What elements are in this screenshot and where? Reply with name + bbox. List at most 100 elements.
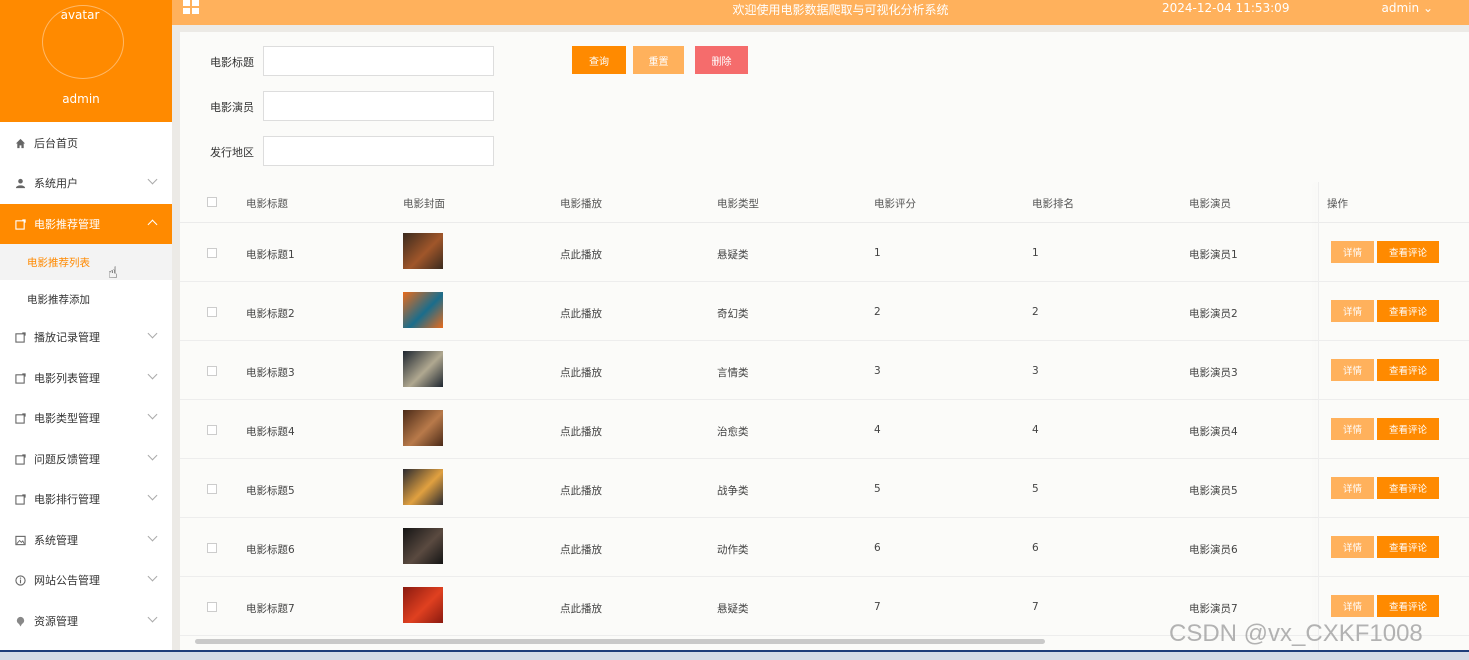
sidebar-item-movie-list[interactable]: 电影列表管理 [0, 358, 172, 398]
actor-label: 电影演员 [210, 101, 254, 114]
table-row: 电影标题2 点此播放 奇幻类 2 2 电影演员2 详情 查看评论 [180, 282, 1469, 341]
top-header: 欢迎使用电影数据爬取与可视化分析系统 2024-12-04 11:53:09 a… [172, 0, 1469, 25]
folder-icon [14, 493, 26, 505]
view-reviews-button[interactable]: 查看评论 [1377, 241, 1439, 263]
movie-type-cell: 治愈类 [717, 426, 749, 438]
chevron-down-icon [147, 369, 158, 380]
chevron-down-icon [147, 328, 158, 339]
column-header[interactable]: 电影类型 [717, 196, 759, 211]
view-reviews-button[interactable]: 查看评论 [1377, 477, 1439, 499]
play-link[interactable]: 点此播放 [560, 365, 602, 380]
sidebar-item-movie-ranking[interactable]: 电影排行管理 [0, 479, 172, 519]
movie-cover-image[interactable] [403, 233, 443, 269]
movie-cover-image[interactable] [403, 292, 443, 328]
sidebar-item-home[interactable]: 后台首页 [0, 123, 172, 163]
play-link[interactable]: 点此播放 [560, 306, 602, 321]
detail-button[interactable]: 详情 [1331, 241, 1374, 263]
sidebar-item-movie-types[interactable]: 电影类型管理 [0, 398, 172, 438]
sidebar-item-label: 资源管理 [34, 615, 78, 628]
sidebar: avatar admin 后台首页 系统用户 电影推荐管理 电影推荐列表 电影推… [0, 0, 172, 660]
reset-button[interactable]: 重置 [633, 46, 684, 74]
movie-rank-cell: 3 [1032, 365, 1039, 377]
row-checkbox[interactable] [207, 307, 217, 317]
movie-score-cell: 4 [874, 424, 881, 436]
movie-cover-image[interactable] [403, 351, 443, 387]
row-checkbox[interactable] [207, 602, 217, 612]
sidebar-item-announcements[interactable]: 网站公告管理 [0, 560, 172, 600]
chevron-down-icon [147, 571, 158, 582]
sidebar-item-system-users[interactable]: 系统用户 [0, 163, 172, 203]
sidebar-item-resources[interactable]: 资源管理 [0, 601, 172, 641]
view-reviews-button[interactable]: 查看评论 [1377, 418, 1439, 440]
view-reviews-button[interactable]: 查看评论 [1377, 359, 1439, 381]
movie-title-input[interactable] [263, 46, 494, 76]
sidebar-item-label: 问题反馈管理 [34, 453, 100, 466]
sidebar-item-label: 播放记录管理 [34, 331, 100, 344]
row-checkbox[interactable] [207, 484, 217, 494]
detail-button[interactable]: 详情 [1331, 477, 1374, 499]
play-link[interactable]: 点此播放 [560, 247, 602, 262]
view-reviews-button[interactable]: 查看评论 [1377, 595, 1439, 617]
view-reviews-button[interactable]: 查看评论 [1377, 300, 1439, 322]
sidebar-item-movie-recommend[interactable]: 电影推荐管理 [0, 204, 172, 244]
row-checkbox[interactable] [207, 366, 217, 376]
movie-cover-image[interactable] [403, 528, 443, 564]
sidebar-item-feedback[interactable]: 问题反馈管理 [0, 439, 172, 479]
column-header[interactable]: 电影播放 [560, 196, 602, 211]
sidebar-item-label: 后台首页 [34, 137, 78, 150]
release-region-input[interactable] [263, 136, 494, 166]
column-header[interactable]: 电影标题 [246, 196, 288, 211]
horizontal-scrollbar[interactable] [195, 639, 1045, 644]
sidebar-item-label: 电影推荐管理 [34, 218, 100, 231]
movie-actor-cell: 电影演员1 [1189, 249, 1238, 261]
play-link[interactable]: 点此播放 [560, 601, 602, 616]
play-link[interactable]: 点此播放 [560, 424, 602, 439]
sidebar-subitem-recommend-add[interactable]: 电影推荐添加 [0, 281, 172, 317]
column-header[interactable]: 电影排名 [1032, 196, 1074, 211]
movie-cover-image[interactable] [403, 587, 443, 623]
row-checkbox[interactable] [207, 543, 217, 553]
sidebar-item-system-management[interactable]: 系统管理 [0, 520, 172, 560]
folder-icon [14, 218, 26, 230]
movie-score-cell: 7 [874, 601, 881, 613]
user-menu[interactable]: admin ⌄ [1382, 1, 1433, 15]
movie-rank-cell: 7 [1032, 601, 1039, 613]
profile-panel: avatar admin [0, 0, 172, 122]
table-row: 电影标题4 点此播放 治愈类 4 4 电影演员4 详情 查看评论 [180, 400, 1469, 459]
view-reviews-button[interactable]: 查看评论 [1377, 536, 1439, 558]
play-link[interactable]: 点此播放 [560, 542, 602, 557]
select-all-checkbox[interactable] [207, 197, 217, 207]
column-header[interactable]: 电影评分 [874, 196, 916, 211]
movie-title-cell: 电影标题5 [246, 485, 295, 497]
detail-button[interactable]: 详情 [1331, 595, 1374, 617]
row-checkbox[interactable] [207, 248, 217, 258]
chevron-down-icon [147, 450, 158, 461]
movie-title-cell: 电影标题4 [246, 426, 295, 438]
detail-button[interactable]: 详情 [1331, 359, 1374, 381]
detail-button[interactable]: 详情 [1331, 300, 1374, 322]
movie-actor-input[interactable] [263, 91, 494, 121]
image-icon [14, 534, 26, 546]
movie-cover-image[interactable] [403, 469, 443, 505]
movie-type-cell: 战争类 [717, 485, 749, 497]
column-header[interactable]: 电影演员 [1189, 196, 1231, 211]
detail-button[interactable]: 详情 [1331, 418, 1374, 440]
sidebar-subitem-recommend-list[interactable]: 电影推荐列表 [0, 244, 172, 280]
delete-button[interactable]: 删除 [695, 46, 748, 74]
movie-cover-image[interactable] [403, 410, 443, 446]
table-row: 电影标题6 点此播放 动作类 6 6 电影演员6 详情 查看评论 [180, 518, 1469, 577]
movie-rank-cell: 6 [1032, 542, 1039, 554]
hand-cursor-icon: ☝ [108, 263, 118, 282]
column-header[interactable]: 电影封面 [403, 196, 445, 211]
detail-button[interactable]: 详情 [1331, 536, 1374, 558]
profile-username: admin [62, 92, 100, 106]
movie-rank-cell: 5 [1032, 483, 1039, 495]
sidebar-item-label: 电影排行管理 [34, 493, 100, 506]
sidebar-item-label: 系统用户 [34, 177, 78, 190]
movie-actor-cell: 电影演员3 [1189, 367, 1238, 379]
play-link[interactable]: 点此播放 [560, 483, 602, 498]
folder-icon [14, 412, 26, 424]
row-checkbox[interactable] [207, 425, 217, 435]
sidebar-item-play-records[interactable]: 播放记录管理 [0, 317, 172, 357]
search-button[interactable]: 查询 [572, 46, 626, 74]
